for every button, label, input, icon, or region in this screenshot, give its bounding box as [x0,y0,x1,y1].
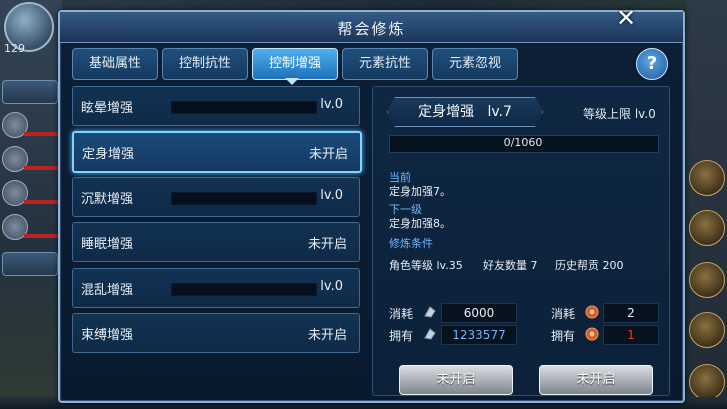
skill-row-silence[interactable]: 沉默增强 lv.0 [72,177,360,217]
window-titlebar: 帮会修炼 [60,12,683,43]
guild-button[interactable] [689,312,725,348]
unlock-button-left[interactable]: 未开启 [399,365,513,395]
silver-cost-row: 消耗 6000 [389,303,519,323]
skill-name: 束缚增强 [81,328,134,343]
gem-cost-value: 2 [603,303,659,323]
current-effect: 定身加强7。 [389,185,451,198]
skill-detail-panel: 定身增强 lv.7 等级上限 lv.0 0/1060 当前 定身加强7。 下一级… [372,86,670,396]
skill-name: 睡眠增强 [81,237,134,252]
skill-status: 未开启 [308,147,348,162]
player-level: 129 [4,42,25,55]
tab-element-resistance[interactable]: 元素抗性 [342,48,428,80]
window-title: 帮会修炼 [337,20,406,38]
quest-button[interactable] [2,80,58,104]
skill-progress-bar [171,283,317,296]
party-hp-bar [24,132,60,136]
next-effect: 定身加强8。 [389,217,451,230]
detail-skill-level: lv.7 [487,104,512,120]
unlock-button-right[interactable]: 未开启 [539,365,653,395]
skill-name: 眩晕增强 [81,101,134,116]
party-hp-bar [24,200,60,204]
silver-cost-value: 6000 [441,303,517,323]
skill-row-root[interactable]: 定身增强 未开启 [72,131,362,173]
party-member[interactable] [2,112,60,142]
consume-label: 消耗 [551,307,576,321]
party-hp-bar [24,234,60,238]
settings-button[interactable] [689,364,725,400]
help-button[interactable]: ? [636,48,668,80]
skill-status: 未开启 [307,237,347,252]
condition-guild-contribution: 历史帮贡 200 [555,259,624,272]
party-member[interactable] [2,146,60,176]
condition-label: 修炼条件 [389,237,433,250]
gather-button[interactable] [2,252,58,276]
condition-role-level: 角色等级 lv.35 [389,259,463,272]
party-member[interactable] [2,214,60,244]
party-member[interactable] [2,180,60,210]
red-gem-icon [585,305,599,319]
skill-status: 未开启 [307,328,347,343]
forge-button[interactable] [689,160,725,196]
skill-progress-bar [171,101,317,114]
skill-progress-bar [171,192,317,205]
gem-own-value: 1 [603,325,659,345]
gem-own-row: 拥有 1 [551,325,661,345]
skill-level: lv.0 [320,279,343,294]
own-label: 拥有 [551,329,576,343]
active-tab-indicator [285,78,299,85]
tab-basic-attributes[interactable]: 基础属性 [72,48,158,80]
skill-level: lv.0 [320,97,343,112]
silver-coin-icon [424,328,436,340]
skill-button[interactable] [689,210,725,246]
tab-element-ignore[interactable]: 元素忽视 [432,48,518,80]
silver-coin-icon [424,306,436,318]
own-label: 拥有 [389,329,414,343]
silver-own-row: 拥有 1233577 [389,325,519,345]
skill-name: 混乱增强 [81,283,134,298]
silver-own-value: 1233577 [441,325,517,345]
skill-row-sleep[interactable]: 睡眠增强 未开启 [72,222,360,262]
tab-control-enhance[interactable]: 控制增强 [252,48,338,80]
tab-control-resistance[interactable]: 控制抗性 [162,48,248,80]
detail-title: 定身增强 lv.7 [387,97,543,127]
skill-row-bind[interactable]: 束缚增强 未开启 [72,313,360,353]
close-icon[interactable]: ✕ [614,6,638,30]
level-cap: 等级上限 lv.0 [583,107,656,121]
gem-cost-row: 消耗 2 [551,303,661,323]
skill-name: 定身增强 [82,147,135,162]
skill-row-confuse[interactable]: 混乱增强 lv.0 [72,268,360,308]
consume-label: 消耗 [389,307,414,321]
pet-button[interactable] [689,262,725,298]
detail-skill-name: 定身增强 [418,104,475,120]
skill-level: lv.0 [320,188,343,203]
red-gem-icon [585,327,599,341]
party-hp-bar [24,166,60,170]
condition-friend-count: 好友数量 7 [483,259,538,272]
exp-text: 0/1060 [503,136,543,149]
skill-name: 沉默增强 [81,192,134,207]
skill-row-stun[interactable]: 眩晕增强 lv.0 [72,86,360,126]
skill-list: 眩晕增强 lv.0 定身增强 未开启 沉默增强 lv.0 睡眠增强 未开启 混乱… [72,86,364,394]
guild-training-window: 帮会修炼 基础属性 控制抗性 控制增强 元素抗性 元素忽视 ? 眩晕增强 lv.… [58,10,685,403]
